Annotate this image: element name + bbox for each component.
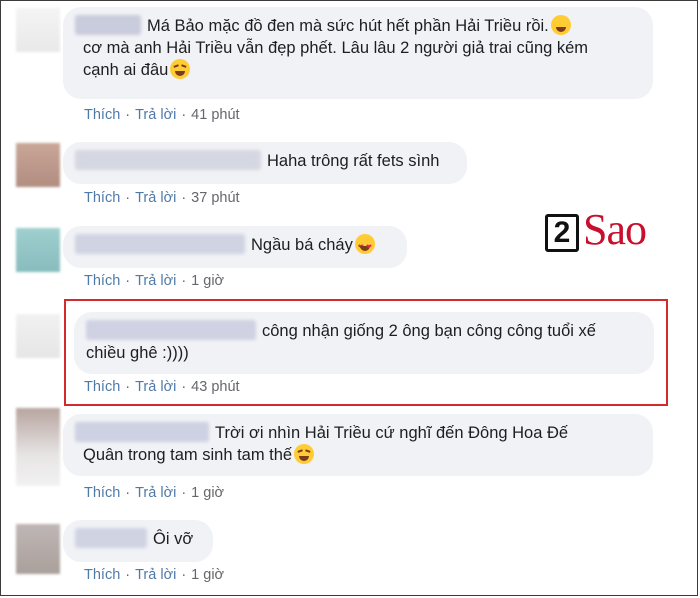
heart-eyes-icon [354, 234, 375, 259]
comment-actions: Thích · Trả lời · 41 phút [84, 106, 240, 124]
laughing-tears-icon [170, 59, 191, 79]
comment-actions: Thích · Trả lời · 43 phút [84, 378, 240, 396]
reply-link[interactable]: Trả lời [135, 485, 176, 501]
comment-text-line-2: cơ mà anh Hải Triều vẫn đẹp phết. Lâu lâ… [83, 39, 589, 57]
separator-dot: · [125, 107, 131, 123]
comment-text: công nhận giống 2 ông bạn công công tuổi… [262, 322, 596, 340]
2sao-logo: 2 Sao [545, 205, 675, 258]
comment-text-line-2: chiều ghê :)))) [86, 344, 189, 362]
separator-dot: · [181, 190, 187, 206]
reply-link[interactable]: Trả lời [135, 190, 176, 206]
like-link[interactable]: Thích [84, 190, 120, 206]
comment-bubble: Haha trông rất fets sình [63, 142, 467, 184]
comment-bubble: Trời ơi nhìn Hải Triều cứ nghĩ đến Đông … [63, 414, 653, 476]
separator-dot: · [181, 379, 187, 395]
reply-link[interactable]: Trả lời [135, 567, 176, 583]
comment-text-line-2: Quân trong tam sinh tam thế [83, 446, 293, 464]
avatar[interactable] [16, 314, 60, 358]
separator-dot: · [125, 379, 131, 395]
comment-text: Trời ơi nhìn Hải Triều cứ nghĩ đến Đông … [215, 424, 569, 442]
like-link[interactable]: Thích [84, 107, 120, 123]
separator-dot: · [181, 485, 187, 501]
comment-timestamp[interactable]: 1 giờ [191, 567, 224, 583]
commenter-name-blurred[interactable] [75, 150, 261, 170]
comment-text-line-3: cạnh ai đâu [83, 61, 169, 79]
separator-dot: · [125, 190, 131, 206]
comment-timestamp[interactable]: 41 phút [191, 107, 239, 123]
comment-bubble: Má Bảo mặc đồ đen mà sức hút hết phần Hả… [63, 7, 653, 99]
commenter-name-blurred[interactable] [75, 422, 209, 442]
like-link[interactable]: Thích [84, 273, 120, 289]
smiling-face-with-hearts-icon [550, 15, 571, 35]
separator-dot: · [125, 485, 131, 501]
logo-word: Sao [583, 205, 647, 254]
like-link[interactable]: Thích [84, 379, 120, 395]
avatar[interactable] [16, 228, 60, 272]
comment-timestamp[interactable]: 1 giờ [191, 273, 224, 289]
laughing-tears-icon [294, 444, 315, 464]
reply-link[interactable]: Trả lời [135, 379, 176, 395]
logo-number: 2 [545, 214, 579, 252]
avatar[interactable] [16, 524, 60, 574]
separator-dot: · [125, 567, 131, 583]
comment-bubble: Ôi vỡ [63, 520, 213, 562]
avatar[interactable] [16, 8, 60, 52]
comment-bubble: công nhận giống 2 ông bạn công công tuổi… [74, 312, 654, 374]
like-link[interactable]: Thích [84, 567, 120, 583]
commenter-name-blurred[interactable] [86, 320, 256, 340]
comment-actions: Thích · Trả lời · 1 giờ [84, 272, 224, 290]
commenter-name-blurred[interactable] [75, 528, 147, 548]
separator-dot: · [125, 273, 131, 289]
comment-text: Ôi vỡ [153, 530, 194, 548]
separator-dot: · [181, 567, 187, 583]
comment-text: Má Bảo mặc đồ đen mà sức hút hết phần Hả… [147, 17, 549, 35]
separator-dot: · [181, 273, 187, 289]
comment-actions: Thích · Trả lời · 37 phút [84, 189, 240, 207]
reply-link[interactable]: Trả lời [135, 273, 176, 289]
comment-timestamp[interactable]: 43 phút [191, 379, 239, 395]
comment-actions: Thích · Trả lời · 1 giờ [84, 484, 224, 502]
comment-timestamp[interactable]: 37 phút [191, 190, 239, 206]
commenter-name-blurred[interactable] [75, 15, 141, 35]
comment-timestamp[interactable]: 1 giờ [191, 485, 224, 501]
avatar[interactable] [16, 408, 60, 486]
comment-bubble: Ngầu bá cháy [63, 226, 407, 268]
comment-actions: Thích · Trả lời · 1 giờ [84, 566, 224, 584]
reply-link[interactable]: Trả lời [135, 107, 176, 123]
comment-text: Ngầu bá cháy [251, 236, 353, 254]
avatar[interactable] [16, 143, 60, 187]
separator-dot: · [181, 107, 187, 123]
comment-text: Haha trông rất fets sình [267, 152, 440, 170]
commenter-name-blurred[interactable] [75, 234, 245, 254]
like-link[interactable]: Thích [84, 485, 120, 501]
